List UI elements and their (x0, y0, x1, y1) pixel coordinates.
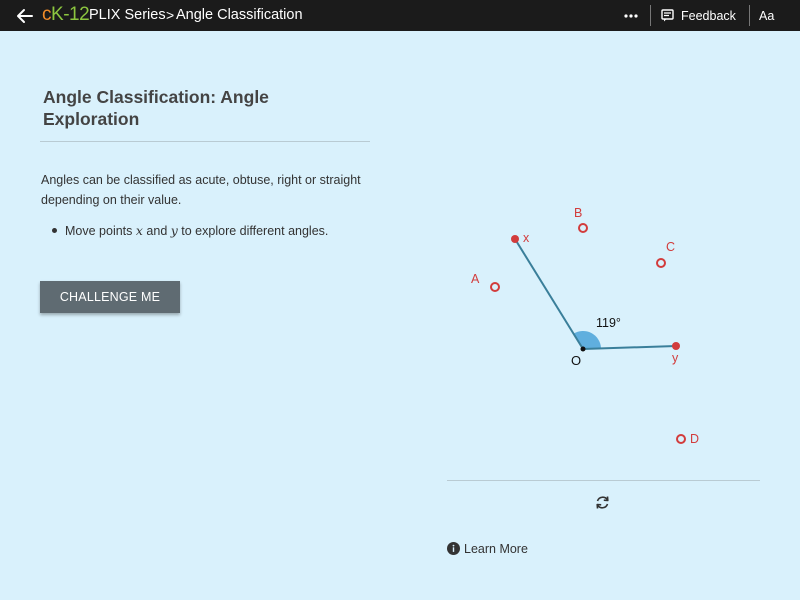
learn-more-link[interactable]: Learn More (464, 542, 528, 556)
page-title: Angle Classification: Angle Exploration (43, 87, 269, 129)
canvas-divider (447, 480, 760, 481)
ck12-logo[interactable]: cK-12 (42, 4, 90, 26)
reset-icon[interactable] (594, 494, 611, 511)
instruction-bullet: Move points x and y to explore different… (52, 222, 328, 240)
point-b-label: B (574, 206, 582, 220)
more-icon[interactable] (620, 7, 642, 25)
point-y-label: y (672, 351, 679, 365)
point-c-label: C (666, 240, 675, 254)
angle-canvas[interactable]: O 119° x y A B C D (440, 190, 780, 470)
vertex-point (580, 346, 586, 352)
info-icon (447, 542, 460, 555)
font-size-button[interactable]: Aa (759, 9, 774, 23)
ray-ox (514, 238, 584, 350)
topbar-divider (749, 5, 750, 26)
point-a-label: A (471, 272, 480, 286)
point-x-label: x (523, 231, 530, 245)
point-x-handle[interactable] (511, 235, 519, 243)
point-y-handle[interactable] (672, 342, 680, 350)
back-arrow-icon[interactable] (14, 6, 36, 26)
breadcrumb-separator: > (166, 7, 175, 23)
top-bar: cK-12 PLIX Series > Angle Classification… (0, 0, 800, 31)
title-divider (40, 141, 370, 142)
point-d-label: D (690, 432, 699, 446)
challenge-me-button[interactable]: CHALLENGE ME (40, 281, 180, 313)
point-d (676, 434, 686, 444)
breadcrumb-series-link[interactable]: PLIX Series (89, 7, 166, 23)
topbar-divider (650, 5, 651, 26)
bullet-dot (52, 228, 57, 234)
point-b (578, 223, 588, 233)
point-a (490, 282, 500, 292)
vertex-label: O (571, 353, 581, 368)
breadcrumb-title: Angle Classification (176, 7, 303, 23)
angle-readout: 119° (596, 316, 621, 330)
point-c (656, 258, 666, 268)
description-text: Angles can be classified as acute, obtus… (41, 173, 361, 207)
feedback-button[interactable]: Feedback (681, 9, 736, 23)
feedback-icon[interactable] (661, 9, 674, 22)
